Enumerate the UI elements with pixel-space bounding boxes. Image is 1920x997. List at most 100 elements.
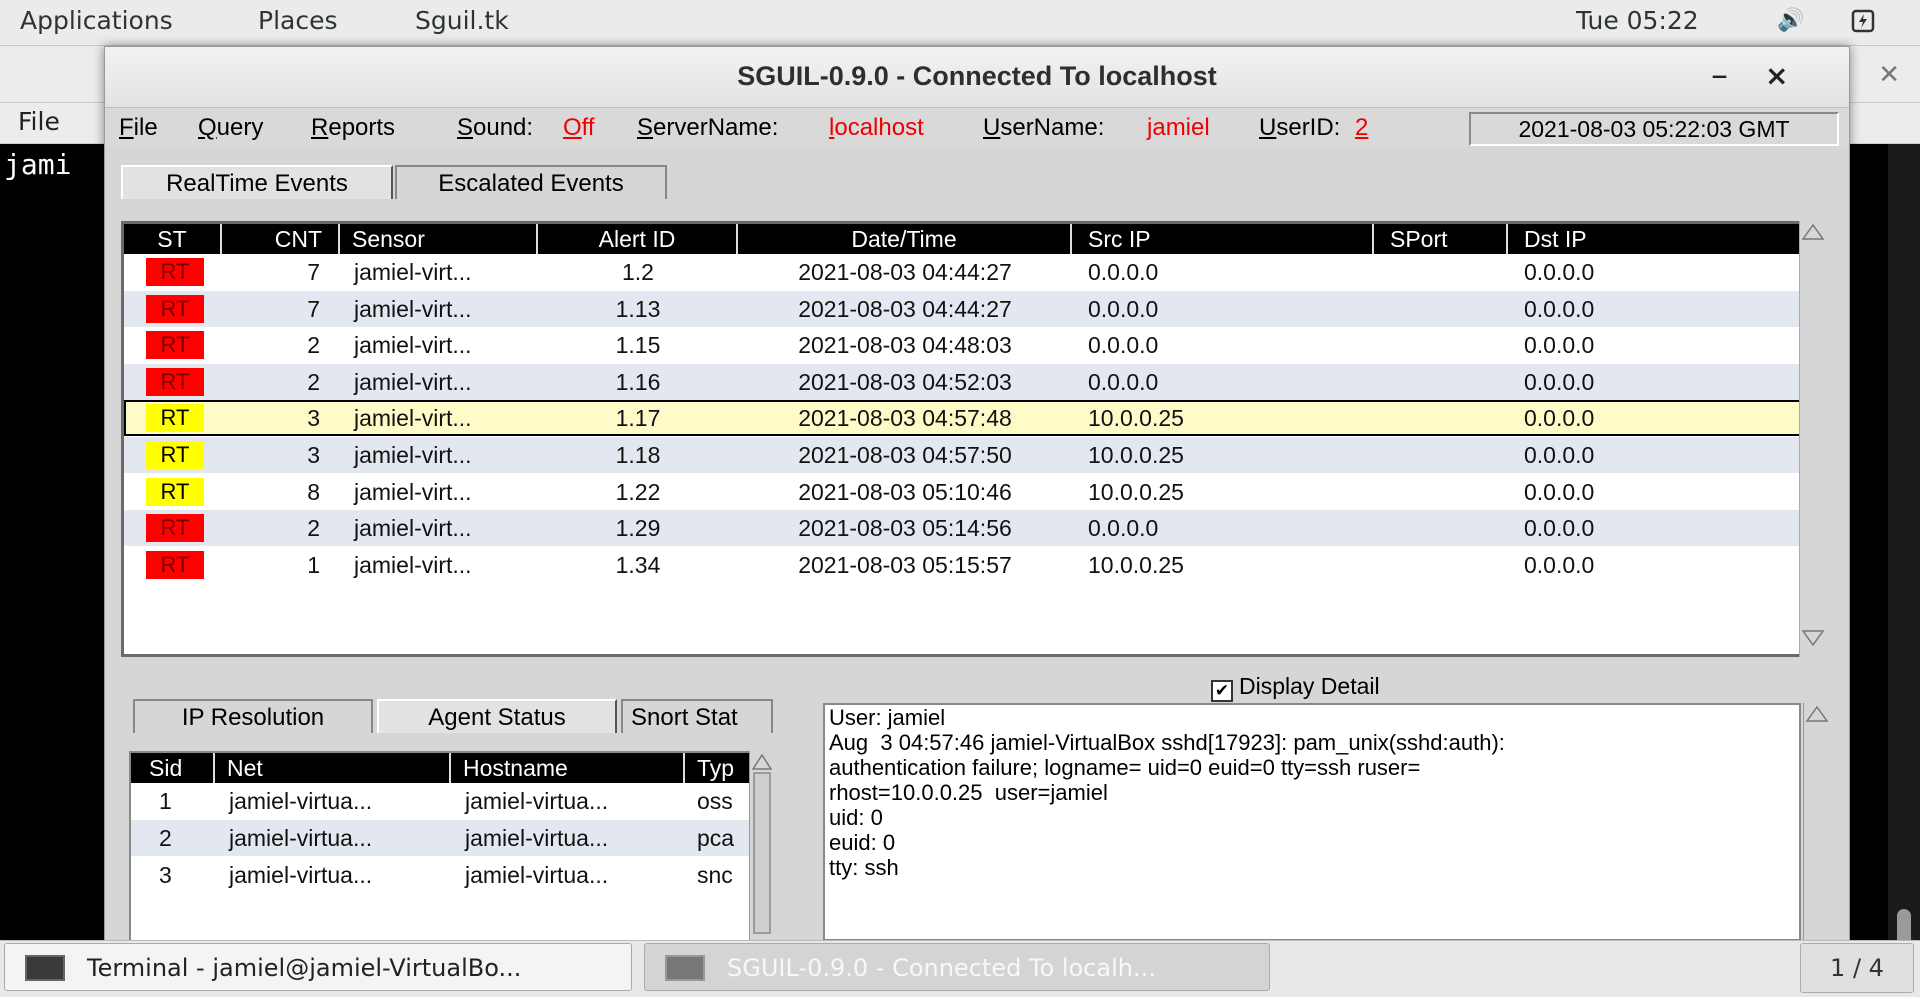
- taskbar-terminal-label: Terminal - jamiel@jamiel-VirtualBo...: [87, 954, 522, 982]
- status-badge[interactable]: RT: [146, 367, 204, 396]
- agent-row[interactable]: 3 jamiel-virtua... jamiel-virtua... snc: [131, 857, 753, 893]
- window-titlebar: SGUIL-0.9.0 - Connected To localhost – ×: [105, 47, 1849, 108]
- event-cell-sensor: jamiel-virt...: [354, 442, 472, 468]
- tab-realtime-events[interactable]: RealTime Events: [121, 165, 393, 199]
- display-detail-checkbox[interactable]: ✔ Display Detail: [1211, 673, 1380, 702]
- event-row[interactable]: RT 2 jamiel-virt... 1.29 2021-08-03 05:14:56…: [124, 510, 1822, 547]
- event-cell-dt: 2021-08-03 05:15:57: [798, 551, 1012, 578]
- close-icon[interactable]: ✕: [1878, 60, 1900, 90]
- col-hostname[interactable]: Hostname: [451, 753, 685, 783]
- username-label: UserName:: [983, 114, 1105, 141]
- agent-status-table: Sid Net Hostname Typ 1 jamiel-virtua... ja…: [129, 751, 755, 945]
- event-cell-dst: 0.0.0.0: [1524, 405, 1595, 432]
- agent-cell-type: oss: [697, 788, 733, 814]
- realtime-events-table: ST CNT Sensor Alert ID Date/Time Src IP …: [121, 221, 1825, 657]
- status-badge[interactable]: RT: [146, 331, 204, 360]
- workspace-pager[interactable]: 1 / 4: [1800, 943, 1914, 993]
- col-net[interactable]: Net: [215, 753, 451, 783]
- top-panel: Applications Places Sguil.tk Tue 05:22 🔊: [0, 0, 1920, 46]
- col-dst-ip[interactable]: Dst IP: [1508, 224, 1822, 254]
- col-sport[interactable]: SPort: [1374, 224, 1508, 254]
- event-cell-alert: 1.13: [615, 295, 661, 322]
- terminal-icon: [25, 955, 65, 981]
- status-badge[interactable]: RT: [146, 550, 204, 579]
- event-row[interactable]: RT 3 jamiel-virt... 1.17 2021-08-03 04:57:48…: [124, 400, 1822, 437]
- agent-row[interactable]: 1 jamiel-virtua... jamiel-virtua... oss: [131, 783, 753, 819]
- col-src-ip[interactable]: Src IP: [1072, 224, 1374, 254]
- event-cell-sport: [1374, 437, 1508, 473]
- status-badge[interactable]: RT: [146, 404, 204, 433]
- event-row[interactable]: RT 1 jamiel-virt... 1.34 2021-08-03 05:15:57…: [124, 547, 1822, 583]
- agent-row[interactable]: 2 jamiel-virtua... jamiel-virtua... pca: [131, 820, 753, 856]
- checkbox-checked[interactable]: ✔: [1211, 680, 1233, 702]
- event-cell-sport: [1374, 510, 1508, 546]
- event-cell-sport: [1374, 474, 1508, 510]
- col-sid[interactable]: Sid: [131, 753, 215, 783]
- col-cnt[interactable]: CNT: [222, 224, 340, 254]
- event-row[interactable]: RT 8 jamiel-virt... 1.22 2021-08-03 05:10:46…: [124, 474, 1822, 510]
- event-cell-sensor: jamiel-virt...: [354, 515, 472, 542]
- event-row[interactable]: RT 7 jamiel-virt... 1.13 2021-08-03 04:44:27…: [124, 290, 1822, 327]
- gmt-clock: 2021-08-03 05:22:03 GMT: [1469, 112, 1839, 146]
- menu-query[interactable]: Query: [198, 114, 263, 142]
- event-cell-src: 10.0.0.25: [1088, 551, 1184, 578]
- col-st[interactable]: ST: [124, 224, 222, 254]
- events-scrollbar[interactable]: [1799, 221, 1826, 657]
- taskbar-terminal[interactable]: Terminal - jamiel@jamiel-VirtualBo...: [4, 943, 632, 991]
- window-title: SGUIL-0.9.0 - Connected To localhost: [737, 61, 1217, 91]
- event-row[interactable]: RT 7 jamiel-virt... 1.2 2021-08-03 04:44:27 0…: [124, 254, 1822, 290]
- event-cell-dst: 0.0.0.0: [1524, 515, 1595, 542]
- tab-ip-resolution[interactable]: IP Resolution: [133, 699, 373, 733]
- menu-reports[interactable]: Reports: [311, 114, 395, 142]
- event-cell-sensor: jamiel-virt...: [354, 332, 472, 359]
- sound-label: Sound:: [457, 114, 534, 141]
- col-alert-id[interactable]: Alert ID: [538, 224, 738, 254]
- event-cell-alert: 1.29: [615, 515, 661, 542]
- taskbar-sguil-label: SGUIL-0.9.0 - Connected To localh...: [727, 954, 1156, 982]
- event-row[interactable]: RT 3 jamiel-virt... 1.18 2021-08-03 04:57:50…: [124, 437, 1822, 473]
- app-menu[interactable]: Sguil.tk: [415, 6, 509, 35]
- status-badge[interactable]: RT: [146, 258, 204, 286]
- terminal-file-menu[interactable]: File: [18, 107, 60, 136]
- taskbar-sguil[interactable]: SGUIL-0.9.0 - Connected To localh...: [644, 943, 1270, 991]
- event-cell-cnt: 2: [307, 515, 320, 542]
- detail-scrollbar[interactable]: [1803, 703, 1830, 941]
- status-badge[interactable]: RT: [146, 294, 204, 323]
- agent-cell-host: jamiel-virtua...: [465, 825, 609, 851]
- event-cell-src: 0.0.0.0: [1088, 259, 1159, 285]
- event-row[interactable]: RT 2 jamiel-virt... 1.16 2021-08-03 04:52:03…: [124, 363, 1822, 400]
- speaker-icon[interactable]: 🔊: [1776, 8, 1806, 36]
- battery-icon[interactable]: [1848, 8, 1878, 36]
- detail-line: Aug 3 04:57:46 jamiel-VirtualBox sshd[17…: [829, 730, 1505, 755]
- servername-value: localhost: [829, 114, 924, 141]
- menu-file[interactable]: File: [119, 114, 158, 142]
- taskbar: Terminal - jamiel@jamiel-VirtualBo... SG…: [0, 940, 1920, 997]
- event-cell-dt: 2021-08-03 05:14:56: [798, 515, 1012, 542]
- minimize-button[interactable]: –: [1711, 55, 1728, 95]
- status-badge[interactable]: RT: [146, 514, 204, 543]
- detail-text: User: jamiel Aug 3 04:57:46 jamiel-Virtua…: [823, 703, 1801, 941]
- event-row[interactable]: RT 2 jamiel-virt... 1.15 2021-08-03 04:48:03…: [124, 327, 1822, 363]
- agent-cell-net: jamiel-virtua...: [229, 788, 373, 814]
- status-badge[interactable]: RT: [146, 441, 204, 469]
- col-datetime[interactable]: Date/Time: [738, 224, 1072, 254]
- event-cell-dt: 2021-08-03 05:10:46: [798, 478, 1012, 505]
- close-button[interactable]: ×: [1765, 59, 1788, 92]
- places-menu[interactable]: Places: [258, 6, 338, 35]
- event-cell-dt: 2021-08-03 04:48:03: [798, 332, 1012, 359]
- tab-escalated-events[interactable]: Escalated Events: [395, 165, 667, 199]
- applications-menu[interactable]: Applications: [20, 6, 173, 35]
- events-header: ST CNT Sensor Alert ID Date/Time Src IP …: [124, 224, 1822, 254]
- tab-agent-status[interactable]: Agent Status: [377, 699, 617, 733]
- agent-cell-net: jamiel-virtua...: [229, 825, 373, 851]
- packet-detail-panel: ✔ Display Detail User: jamiel Aug 3 04:57:…: [803, 669, 1833, 941]
- tab-snort-stats[interactable]: Snort Stat: [621, 699, 773, 733]
- agent-status-scrollbar[interactable]: [749, 751, 774, 941]
- terminal-scrollbar[interactable]: [1888, 144, 1920, 977]
- clock[interactable]: Tue 05:22: [1576, 6, 1699, 35]
- event-cell-sensor: jamiel-virt...: [354, 259, 472, 285]
- col-type[interactable]: Typ: [685, 753, 753, 783]
- status-badge[interactable]: RT: [146, 477, 204, 506]
- col-sensor[interactable]: Sensor: [340, 224, 538, 254]
- event-cell-cnt: 7: [307, 295, 320, 322]
